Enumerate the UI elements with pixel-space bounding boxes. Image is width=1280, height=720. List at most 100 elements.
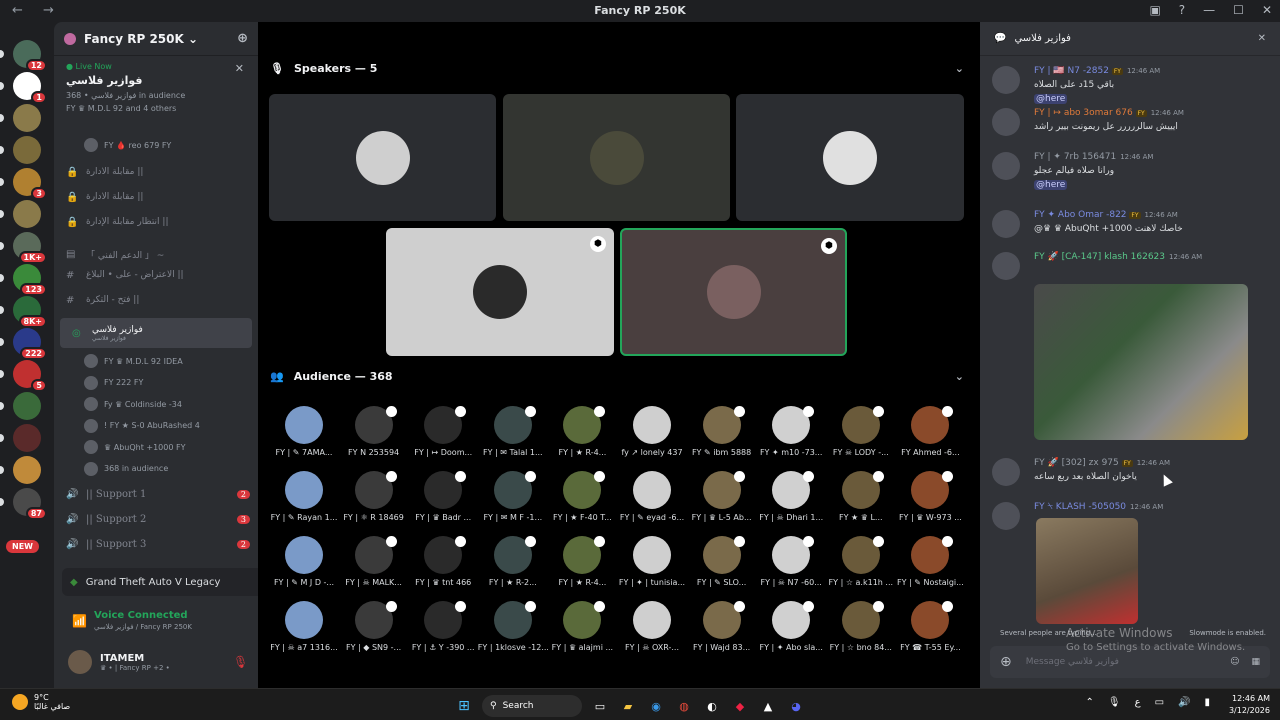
audience-member[interactable]: FY | ☠ OXR-...: [617, 601, 687, 661]
audience-member[interactable]: FY ★ ♛ L...: [826, 471, 896, 531]
audience-member[interactable]: FY ☎ T-55 Ey...: [895, 601, 965, 661]
support-channel[interactable]: 🔊 || Support 2 3: [54, 509, 258, 529]
server-icon[interactable]: [0, 392, 41, 420]
audience-member[interactable]: FY | ✎ SLO...: [687, 536, 757, 596]
server-icon[interactable]: 123: [0, 264, 47, 296]
top-user[interactable]: FY 🩸 reo 679 FY: [84, 136, 171, 154]
mute-icon[interactable]: 🎙: [233, 655, 248, 669]
clock[interactable]: 12:46 AM 3/12/2026: [1229, 693, 1270, 717]
audience-member[interactable]: FY | ✎ eyad -6...: [617, 471, 687, 531]
audience-member[interactable]: FY | ☆ a.k11h ...: [826, 536, 896, 596]
audience-member[interactable]: FY ☠ LODY -...: [826, 406, 896, 466]
voice-user[interactable]: FY ♛ M.D.L 92 IDEA: [84, 352, 183, 370]
file-explorer-icon[interactable]: ▰: [618, 696, 638, 716]
audience-member[interactable]: FY | ✎ Nostalgi...: [895, 536, 965, 596]
server-icon[interactable]: [0, 200, 41, 228]
message-author[interactable]: FY | ↦ abo 3omar 676: [1034, 108, 1133, 118]
avatar[interactable]: [992, 252, 1020, 280]
audience-member[interactable]: FY | ↦ Doom...: [408, 406, 478, 466]
audience-member[interactable]: FY | ★ R-4...: [547, 406, 617, 466]
channel-item[interactable]: ▤ 「 الدعم الفني 」 ~: [54, 244, 258, 264]
mention[interactable]: @here: [1034, 180, 1068, 190]
audience-member[interactable]: FY | ✎ Rayan 1...: [269, 471, 339, 531]
voice-user[interactable]: 368 in audience: [84, 460, 168, 478]
audience-member[interactable]: FY N 253594: [339, 406, 409, 466]
add-member-icon[interactable]: ⊕: [237, 31, 248, 46]
avatar[interactable]: [992, 152, 1020, 180]
minimize-button[interactable]: —: [1203, 3, 1215, 17]
message-input[interactable]: Message فوازير فلاسي: [1026, 657, 1119, 667]
audience-member[interactable]: FY | ⚓ Y -390 ...: [408, 601, 478, 661]
audience-member[interactable]: FY | ♛ tnt 466: [408, 536, 478, 596]
channel-item[interactable]: # فتح - التكرة ||: [54, 290, 258, 310]
inbox-icon[interactable]: ▣: [1149, 3, 1160, 17]
channel-item[interactable]: 🔒 مقابلة الادارة ||: [54, 187, 258, 207]
speaker-tile[interactable]: [736, 94, 964, 221]
server-icon[interactable]: [0, 136, 41, 164]
support-channel[interactable]: 🔊 || Support 3 2: [54, 534, 258, 554]
windows-start-icon[interactable]: ⊞: [454, 696, 474, 716]
avatar[interactable]: [68, 650, 92, 674]
server-icon[interactable]: 1: [0, 72, 47, 104]
channel-active[interactable]: ◎ فوازير فلاسي فوازير فلاسي: [60, 318, 252, 348]
new-badge[interactable]: NEW: [6, 540, 39, 553]
close-icon[interactable]: ✕: [235, 62, 244, 75]
server-icon[interactable]: 8K+: [0, 296, 47, 328]
discord-icon[interactable]: ◕: [786, 696, 806, 716]
audience-member[interactable]: FY | ✎ 7AMA...: [269, 406, 339, 466]
audience-member[interactable]: FY | ♛ Badr ...: [408, 471, 478, 531]
speaker-tile-speaking[interactable]: ⬢: [620, 228, 847, 356]
server-icon[interactable]: 87: [0, 488, 47, 520]
edge-icon[interactable]: ◉: [646, 696, 666, 716]
voice-user[interactable]: ! FY ★ S-0 AbuRashed 4: [84, 417, 200, 435]
mic-icon[interactable]: 🎙: [1108, 697, 1121, 708]
audience-member[interactable]: FY | ✉ Talal 1...: [478, 406, 548, 466]
chevron-down-icon[interactable]: ⌄: [955, 370, 964, 383]
server-icon[interactable]: [0, 424, 41, 452]
app-icon[interactable]: ◆: [730, 696, 750, 716]
audience-member[interactable]: FY | ◆ SN9 -...: [339, 601, 409, 661]
audience-member[interactable]: FY | ♛ alajmi ...: [547, 601, 617, 661]
chrome-icon[interactable]: ◍: [674, 696, 694, 716]
avatar[interactable]: [992, 458, 1020, 486]
message-gif[interactable]: [1036, 518, 1138, 624]
maximize-button[interactable]: ☐: [1233, 3, 1244, 17]
audience-member[interactable]: FY | ✦ Abo sla...: [756, 601, 826, 661]
avatar[interactable]: [992, 108, 1020, 136]
task-view-icon[interactable]: ▭: [590, 696, 610, 716]
message-author[interactable]: FY | ✦ 7rb 156471: [1034, 152, 1116, 162]
avatar[interactable]: [992, 66, 1020, 94]
audience-member[interactable]: FY | ☆ bno 84...: [826, 601, 896, 661]
audience-member[interactable]: FY | ✉ M F -1...: [478, 471, 548, 531]
help-icon[interactable]: ?: [1179, 3, 1185, 17]
channel-item[interactable]: 🔒 مقابلة الادارة ||: [54, 162, 258, 182]
speaker-tile[interactable]: [503, 94, 730, 221]
server-icon[interactable]: 1K+: [0, 232, 47, 264]
close-button[interactable]: ✕: [1262, 3, 1272, 17]
mention[interactable]: @here: [1034, 94, 1068, 104]
chevron-up-icon[interactable]: ⌃: [1086, 697, 1094, 708]
audience-member[interactable]: FY ✦ m10 -73...: [756, 406, 826, 466]
support-channel[interactable]: 🔊 || Support 1 2: [54, 484, 258, 504]
audience-member[interactable]: FY | ☠ MALK...: [339, 536, 409, 596]
audience-member[interactable]: FY | ☠ a7 1316...: [269, 601, 339, 661]
audience-member[interactable]: FY ✎ ibm 5888: [687, 406, 757, 466]
language-indicator[interactable]: ع: [1135, 697, 1141, 708]
message-image[interactable]: [1034, 284, 1248, 440]
audience-member[interactable]: FY | ✎ M J D -...: [269, 536, 339, 596]
steam-icon[interactable]: ◐: [702, 696, 722, 716]
server-icon[interactable]: 12: [0, 40, 47, 72]
voice-user[interactable]: ♛ AbuQht +1000 FY: [84, 438, 185, 456]
server-icon[interactable]: 222: [0, 328, 47, 360]
audience-member[interactable]: FY | ☠ Dhari 1...: [756, 471, 826, 531]
server-icon[interactable]: 5: [0, 360, 47, 392]
voice-user[interactable]: Fy ♛ Coldinside -34: [84, 395, 182, 413]
emoji-icon[interactable]: ☺: [1230, 657, 1239, 667]
audience-member[interactable]: FY | ★ R-2...: [478, 536, 548, 596]
message-author[interactable]: FY | 🇺🇸 N7 -2852: [1034, 66, 1109, 76]
speakers-header[interactable]: 🎙 Speakers — 5 ⌄: [270, 62, 964, 75]
battery-icon[interactable]: ▮: [1204, 697, 1210, 708]
channel-item[interactable]: # الاعتراض - على • البلاغ ||: [54, 265, 258, 285]
signal-icon[interactable]: 📶: [72, 614, 87, 628]
audience-member[interactable]: FY | ⚛ R 18469: [339, 471, 409, 531]
